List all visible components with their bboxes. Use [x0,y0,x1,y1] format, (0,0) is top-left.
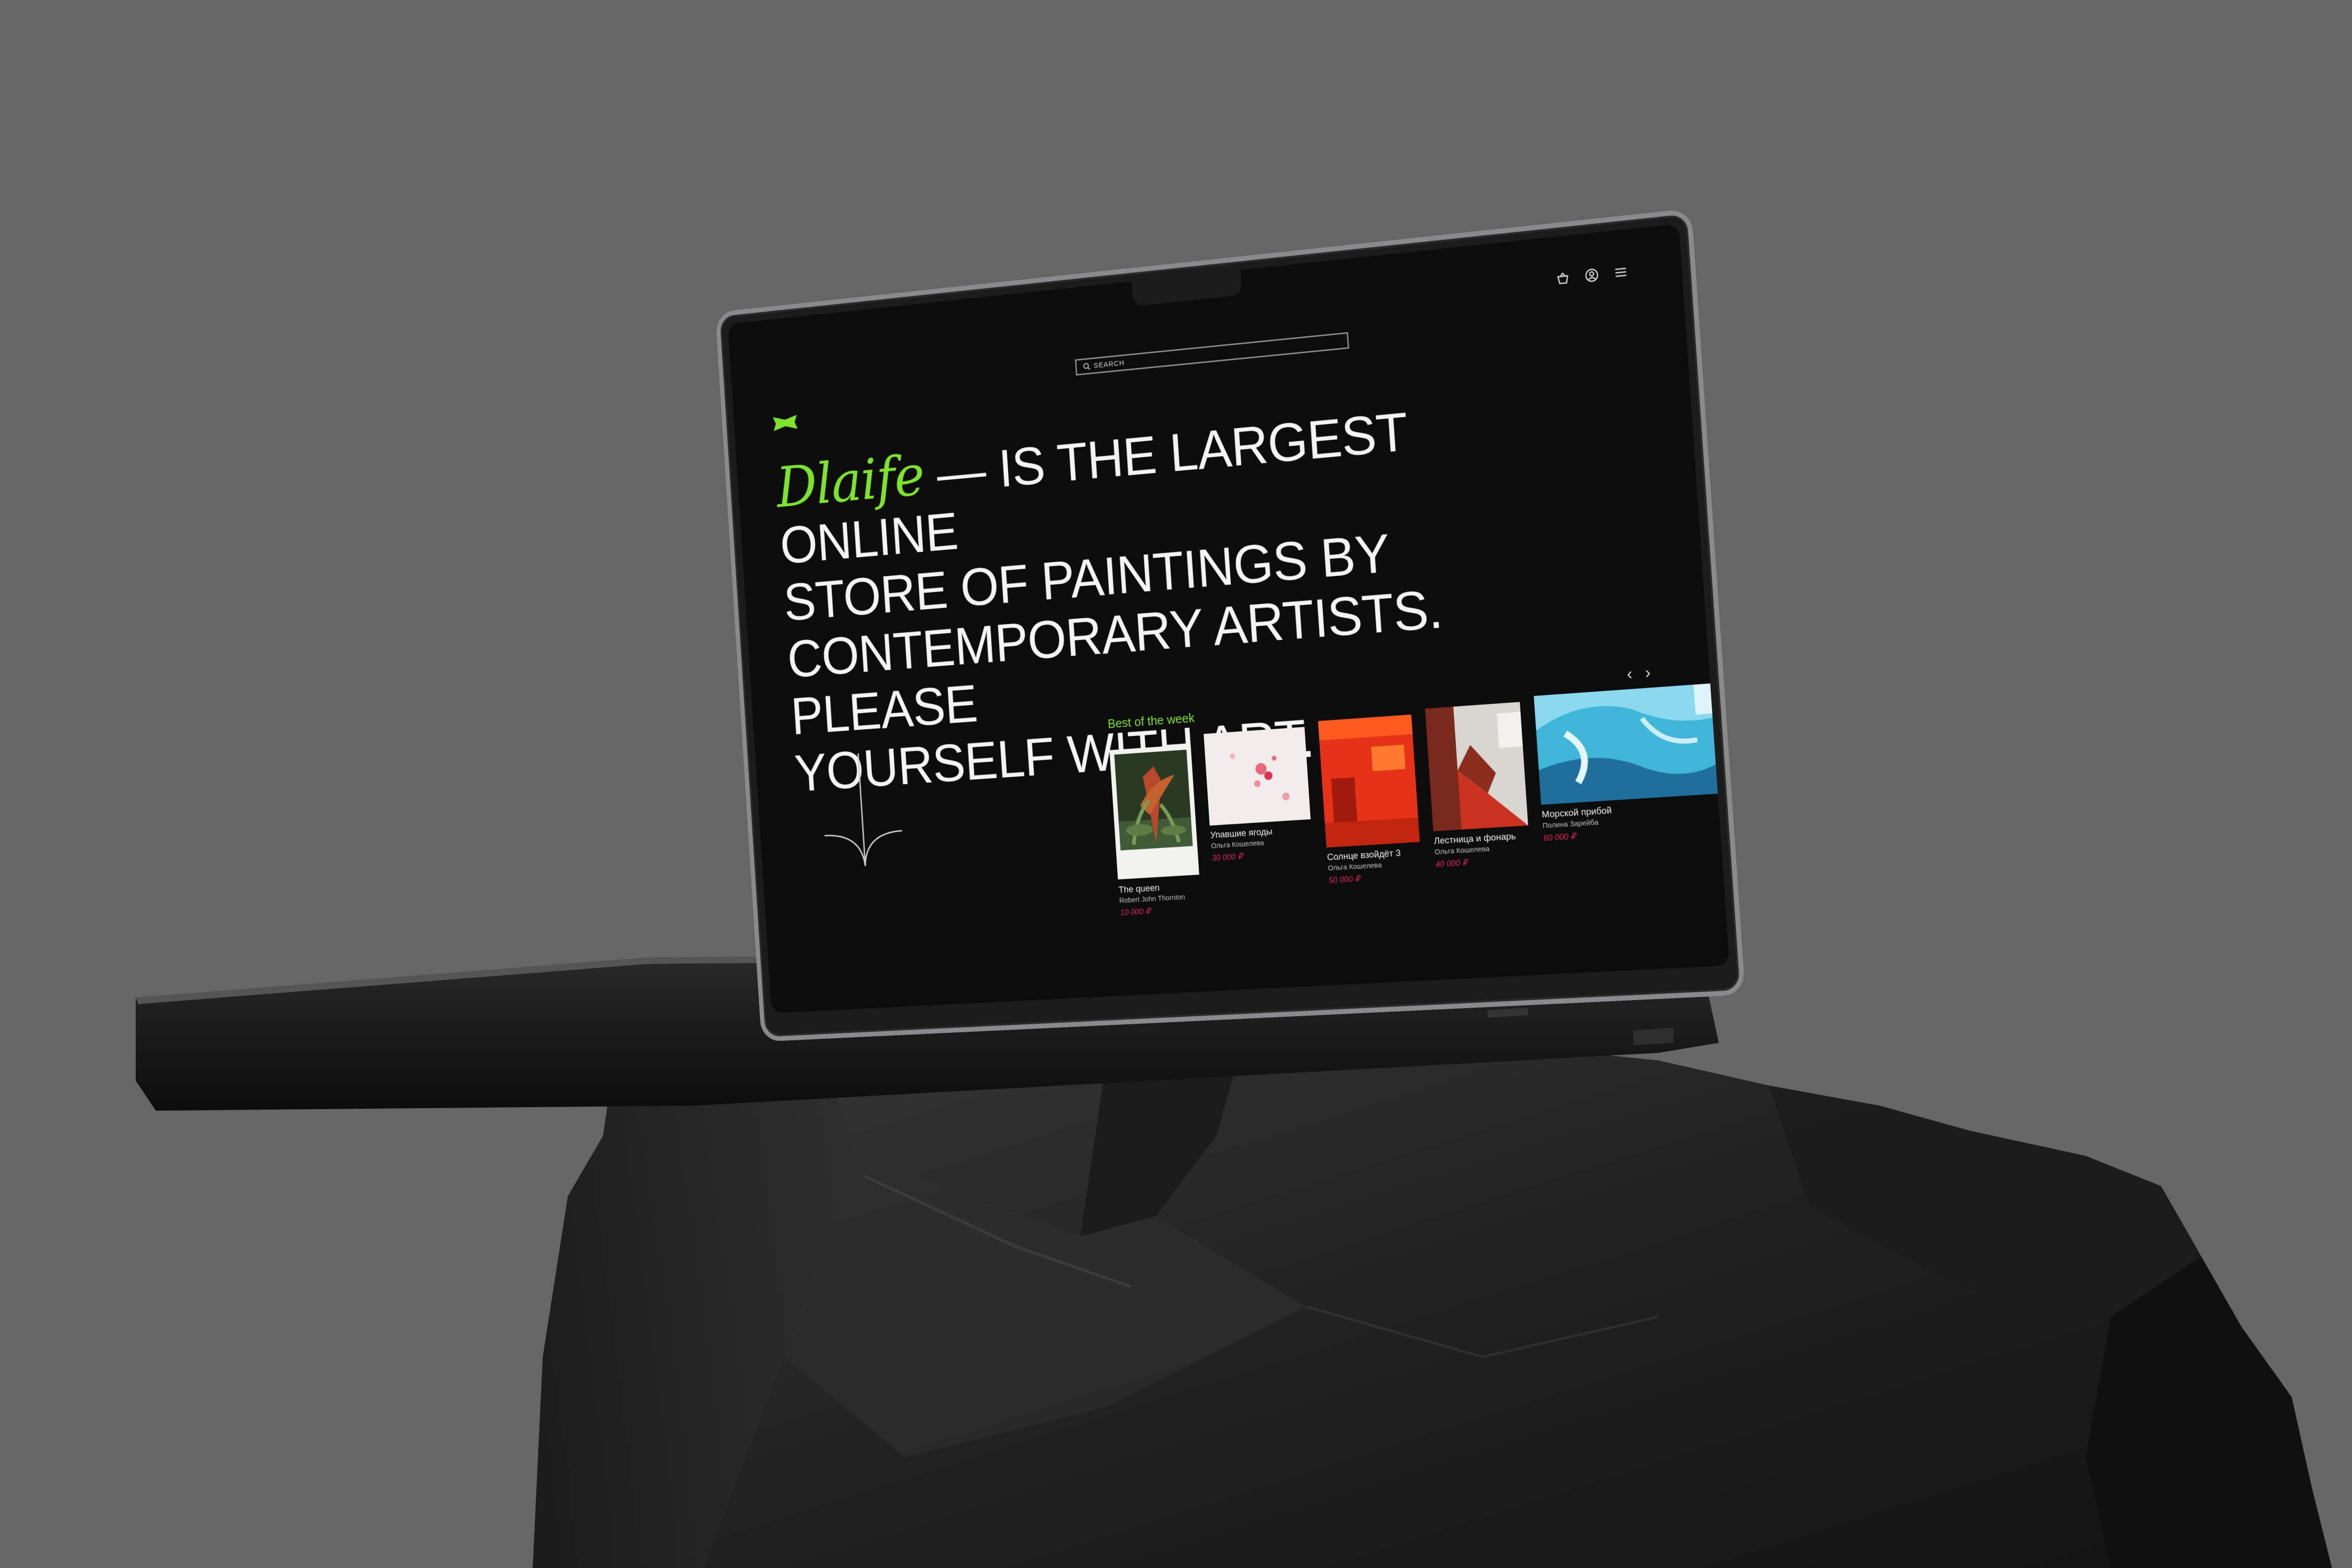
painting-title: Морской прибой [1541,806,1612,821]
painting-image [1425,702,1528,831]
painting-price: 60 000 ₽ [1543,832,1576,844]
painting-image [1318,715,1420,848]
carousel-next-button[interactable]: › [1644,663,1651,682]
painting-price: 50 000 ₽ [1328,874,1360,886]
laptop-lid: SEARCH Dlaife — IS THE LARGEST ONLINE ST… [715,209,1745,1042]
search-icon [1083,362,1090,371]
painting-image [1534,682,1730,805]
carousel-prev-button[interactable]: ‹ [1626,664,1633,683]
user-icon[interactable] [1584,267,1600,284]
painting-title: The queen [1118,883,1160,896]
best-of-week-carousel: The queen Robert John Thornton 10 000 ₽ [1109,692,1730,937]
painting-price: 10 000 ₽ [1120,907,1151,918]
painting-image [1110,744,1200,879]
scene: SEARCH Dlaife — IS THE LARGEST ONLINE ST… [0,0,2352,1568]
laptop-screen: SEARCH Dlaife — IS THE LARGEST ONLINE ST… [728,224,1729,1013]
painting-price: 40 000 ₽ [1435,858,1468,869]
site-logo[interactable] [772,413,799,433]
cart-icon[interactable] [1555,270,1571,286]
search-placeholder: SEARCH [1094,358,1125,369]
painting-image [1204,727,1311,825]
header-icons [1555,264,1628,286]
painting-title: Лестница и фонарь [1434,831,1516,847]
search-input[interactable]: SEARCH [1075,332,1349,376]
scroll-arrow-icon [815,746,909,883]
painting-title: Солнце взойдёт 3 [1327,848,1401,863]
menu-icon[interactable] [1613,264,1629,281]
carousel-nav: ‹ › [1626,663,1651,684]
camera-notch [1132,270,1242,306]
painting-price: 30 000 ₽ [1212,852,1243,863]
